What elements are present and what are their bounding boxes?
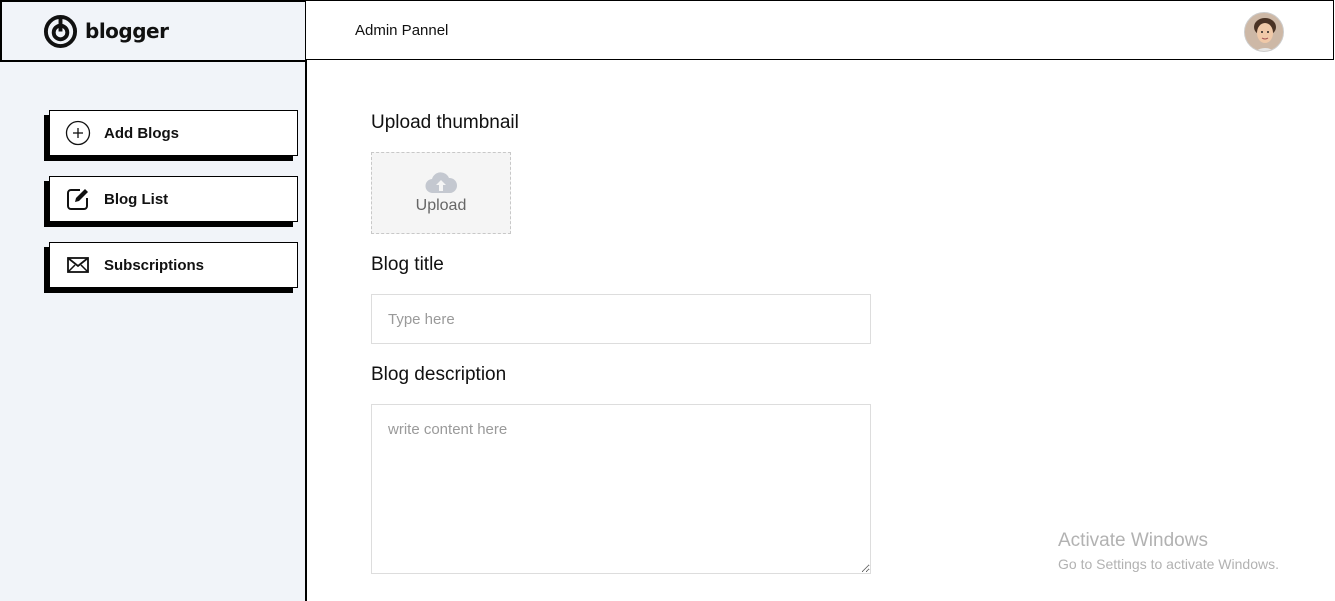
upload-label: Upload [415,197,467,214]
sidebar-item-label: Blog List [104,190,169,208]
cloud-upload-icon [425,172,458,194]
sidebar-item-add-blogs[interactable]: Add Blogs [49,110,298,156]
watermark-subtitle: Go to Settings to activate Windows. [1058,556,1279,572]
sidebar-item-blog-list[interactable]: Blog List [49,176,298,222]
mail-icon [65,252,91,278]
blogger-logo-icon [43,14,78,48]
blog-title-input[interactable] [371,294,871,344]
thumbnail-label: Upload thumbnail [371,112,519,133]
top-header: Admin Pannel [306,0,1334,60]
brand-logo-area[interactable]: blogger [0,0,307,62]
thumbnail-upload-button[interactable]: Upload [371,152,511,234]
sidebar-item-subscriptions[interactable]: Subscriptions [49,242,298,288]
blog-title-label: Blog title [371,254,444,275]
sidebar-item-label: Add Blogs [104,124,179,142]
activate-windows-watermark: Activate Windows Go to Settings to activ… [1058,530,1279,572]
sidebar: Add Blogs Blog List Subscriptions [0,62,307,601]
edit-icon [65,186,91,212]
page-title: Admin Pannel [355,22,449,39]
watermark-title: Activate Windows [1058,530,1208,551]
sidebar-item-label: Subscriptions [104,256,205,274]
brand-name: blogger [85,19,169,43]
avatar-image [1245,13,1283,51]
blog-description-label: Blog description [371,364,507,385]
user-avatar[interactable] [1244,12,1284,52]
plus-circle-icon [65,120,91,146]
blog-description-textarea[interactable] [371,404,871,574]
